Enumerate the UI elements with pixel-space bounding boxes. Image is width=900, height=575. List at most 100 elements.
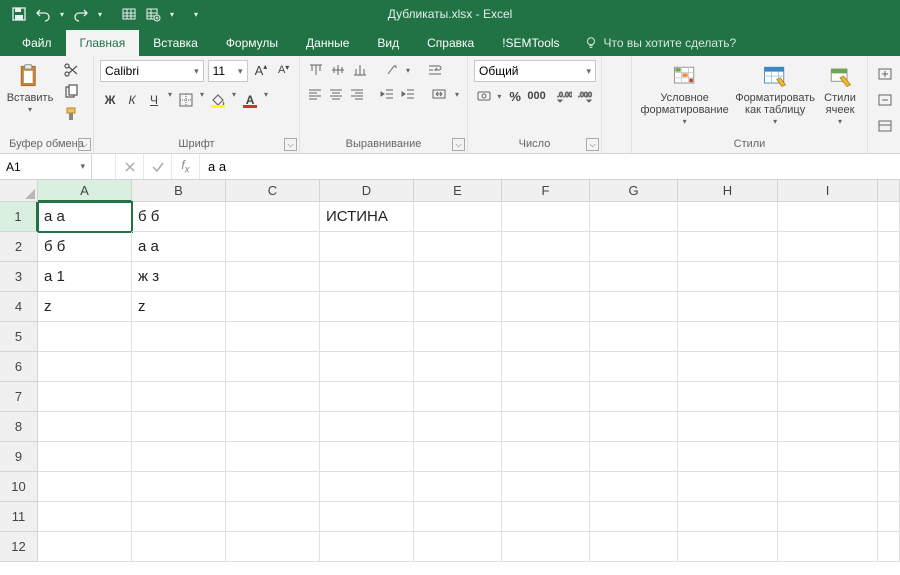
number-dialog-launcher[interactable]: ⌵ [586,138,599,151]
cell-H12[interactable] [678,532,778,562]
cell-B7[interactable] [132,382,226,412]
row-header-3[interactable]: 3 [0,262,38,292]
cell-F7[interactable] [502,382,590,412]
name-box[interactable]: ▾ [0,154,92,179]
cell-A3[interactable]: а 1 [38,262,132,292]
row-header-9[interactable]: 9 [0,442,38,472]
cell-A1[interactable]: а а [38,202,132,232]
cell-F8[interactable] [502,412,590,442]
row-header-5[interactable]: 5 [0,322,38,352]
column-header-G[interactable]: G [590,180,678,202]
tab-data[interactable]: Данные [292,30,363,56]
cell-F11[interactable] [502,502,590,532]
cell-I7[interactable] [778,382,878,412]
cell-styles-button[interactable]: Стили ячеек▾ [819,60,861,129]
cell-E8[interactable] [414,412,502,442]
cell-G4[interactable] [590,292,678,322]
cell-F1[interactable] [502,202,590,232]
redo-dropdown[interactable]: ▾ [94,3,106,25]
cell-B8[interactable] [132,412,226,442]
cell-F9[interactable] [502,442,590,472]
overflow-btn-2[interactable] [874,90,896,110]
cell-D3[interactable] [320,262,414,292]
column-header-D[interactable]: D [320,180,414,202]
row-header-10[interactable]: 10 [0,472,38,502]
orientation-button[interactable] [382,60,402,80]
font-size-input[interactable] [213,64,234,78]
cell-E9[interactable] [414,442,502,472]
cell-H6[interactable] [678,352,778,382]
alignment-dialog-launcher[interactable]: ⌵ [452,138,465,151]
format-as-table-button[interactable]: Форматировать как таблицу▾ [733,60,817,129]
cell-E12[interactable] [414,532,502,562]
chevron-down-icon[interactable]: ▾ [582,66,591,77]
name-box-dropdown[interactable]: ▾ [74,161,91,172]
tab-help[interactable]: Справка [413,30,488,56]
cell-D10[interactable] [320,472,414,502]
chevron-down-icon[interactable]: ▾ [190,66,199,77]
cell-F4[interactable] [502,292,590,322]
cell-I11[interactable] [778,502,878,532]
cell-H4[interactable] [678,292,778,322]
cell-C7[interactable] [226,382,320,412]
cell-C10[interactable] [226,472,320,502]
select-all-corner[interactable] [0,180,38,202]
align-top-button[interactable] [306,60,326,80]
cell-B4[interactable]: z [132,292,226,322]
cell-F2[interactable] [502,232,590,262]
column-header-H[interactable]: H [678,180,778,202]
increase-indent-button[interactable] [398,84,417,104]
cell-A10[interactable] [38,472,132,502]
cell-C6[interactable] [226,352,320,382]
tab-semtools[interactable]: !SEMTools [488,30,573,56]
merge-center-button[interactable] [427,84,451,104]
cell-C2[interactable] [226,232,320,262]
overflow-btn-1[interactable] [874,64,896,84]
font-name-combo[interactable]: ▾ [100,60,204,82]
qat-custom-1[interactable] [118,3,140,25]
cell-A4[interactable]: z [38,292,132,322]
column-header-C[interactable]: C [226,180,320,202]
formula-input[interactable] [200,154,900,179]
copy-button[interactable] [60,82,82,102]
column-header-A[interactable]: A [38,180,132,202]
cell-F6[interactable] [502,352,590,382]
cell-D12[interactable] [320,532,414,562]
undo-dropdown[interactable]: ▾ [56,3,68,25]
cell-B5[interactable] [132,322,226,352]
cell-E6[interactable] [414,352,502,382]
underline-button[interactable]: Ч [144,90,164,110]
cell-C5[interactable] [226,322,320,352]
column-header-B[interactable]: B [132,180,226,202]
cell-G8[interactable] [590,412,678,442]
cell-A11[interactable] [38,502,132,532]
cell-E11[interactable] [414,502,502,532]
column-header-F[interactable]: F [502,180,590,202]
cell-I12[interactable] [778,532,878,562]
chevron-down-icon[interactable]: ▾ [234,66,243,77]
cell-B2[interactable]: а а [132,232,226,262]
cell-G10[interactable] [590,472,678,502]
decrease-indent-button[interactable] [378,84,397,104]
cell-D2[interactable] [320,232,414,262]
save-button[interactable] [8,3,30,25]
underline-dropdown[interactable]: ▾ [166,90,174,110]
tell-me-search[interactable]: Что вы хотите сделать? [574,30,747,56]
conditional-formatting-button[interactable]: Условное форматирование▾ [638,60,731,129]
cell-D11[interactable] [320,502,414,532]
overflow-btn-3[interactable] [874,116,896,136]
cell-H2[interactable] [678,232,778,262]
wrap-text-button[interactable] [422,60,448,80]
cell-B1[interactable]: б б [132,202,226,232]
cell-D6[interactable] [320,352,414,382]
cell-C4[interactable] [226,292,320,322]
cell-C3[interactable] [226,262,320,292]
cell-H1[interactable] [678,202,778,232]
cell-A7[interactable] [38,382,132,412]
cell-G3[interactable] [590,262,678,292]
cell-B6[interactable] [132,352,226,382]
column-header-I[interactable]: I [778,180,878,202]
cell-F10[interactable] [502,472,590,502]
row-header-8[interactable]: 8 [0,412,38,442]
cell-E4[interactable] [414,292,502,322]
